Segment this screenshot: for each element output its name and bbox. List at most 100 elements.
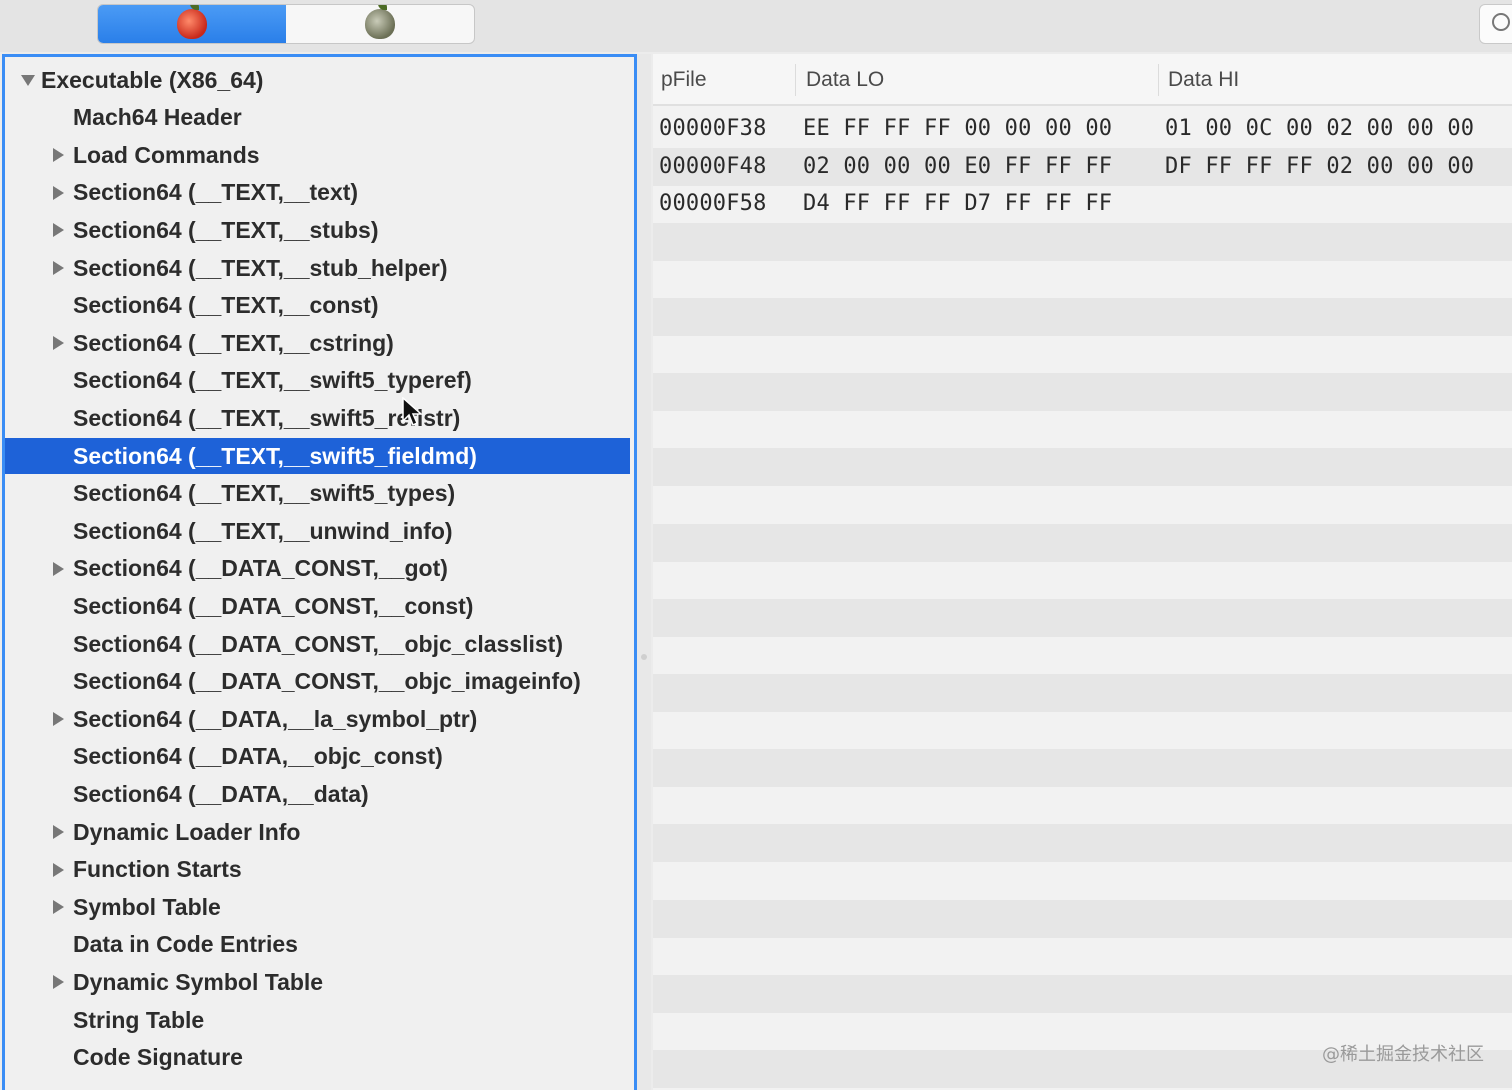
table-header: pFile Data LO Data HI [653, 54, 1512, 106]
disclosure-triangle-right-icon[interactable] [53, 148, 64, 163]
outline-item[interactable]: Function Starts [5, 852, 630, 888]
outline-item-label: Section64 (__DATA_CONST,__got) [73, 555, 448, 582]
outline-item-label: Section64 (__TEXT,__const) [73, 292, 379, 319]
table-row[interactable]: 00000F38 EE FF FF FF 00 00 00 00 01 00 0C … [653, 112, 1512, 150]
outline-item-label: Symbol Table [73, 893, 221, 920]
outline-item-label: Section64 (__DATA,__la_symbol_ptr) [73, 705, 478, 732]
outline-item-label: Section64 (__DATA_CONST,__objc_imageinfo… [73, 668, 581, 695]
outline-item-label: Section64 (__TEXT,__stub_helper) [73, 254, 448, 281]
app-window: Executable (X86_64) Mach64 Header Load Com… [0, 0, 1512, 1090]
outline-item[interactable]: Dynamic Loader Info [5, 814, 630, 850]
disclosure-triangle-right-icon[interactable] [53, 825, 64, 839]
outline-item[interactable]: Section64 (__DATA,__la_symbol_ptr) [5, 701, 630, 737]
disclosure-triangle-right-icon[interactable] [53, 336, 64, 351]
table-row-stripe [653, 674, 1512, 712]
outline-item[interactable]: Symbol Table [5, 889, 630, 925]
outline-item-label: Section64 (__DATA_CONST,__objc_classlist… [73, 630, 563, 657]
table-row-stripe [653, 373, 1512, 412]
outline-item-label: Section64 (__TEXT,__stubs) [73, 216, 379, 243]
disclosure-triangle-right-icon[interactable] [53, 561, 64, 576]
cell-pfile: 00000F38 [659, 116, 767, 141]
table-row[interactable]: 00000F48 02 00 00 00 E0 FF FF FF DF FF FF … [653, 150, 1512, 188]
outline-item[interactable]: Section64 (__TEXT,__swift5_types) [5, 476, 630, 512]
outline-item[interactable]: Section64 (__TEXT,__cstring) [5, 325, 630, 361]
cell-data-lo: EE FF FF FF 00 00 00 00 [803, 116, 1113, 141]
outline-item[interactable]: String Table [5, 1002, 630, 1038]
table-row-stripe [653, 523, 1512, 562]
segment-apple-red[interactable] [98, 5, 286, 43]
column-header-pfile[interactable]: pFile [661, 68, 707, 92]
outline-item-label: Dynamic Loader Info [73, 818, 301, 845]
outline-item-label: Function Starts [73, 856, 242, 883]
outline-item[interactable]: Section64 (__DATA_CONST,__objc_imageinfo… [5, 664, 630, 700]
disclosure-triangle-right-icon[interactable] [53, 185, 64, 200]
outline-item[interactable]: Section64 (__TEXT,__swift5_reflstr) [5, 400, 630, 436]
outline-item-label: Code Signature [73, 1044, 243, 1071]
table-row-stripe [653, 598, 1512, 637]
data-table: pFile Data LO Data HI 00000F38 EE FF FF F… [653, 54, 1512, 1090]
disclosure-triangle-right-icon[interactable] [53, 975, 64, 990]
column-separator[interactable] [795, 64, 796, 96]
column-header-data-lo[interactable]: Data LO [806, 68, 884, 92]
watermark-text: @稀土掘金技术社区 [1322, 1044, 1484, 1065]
search-icon [1492, 13, 1510, 31]
outline-item[interactable]: Section64 (__DATA_CONST,__const) [5, 588, 630, 624]
outline-item-label: Executable (X86_64) [41, 66, 264, 93]
outline-item-label: Section64 (__DATA_CONST,__const) [73, 592, 474, 619]
disclosure-triangle-right-icon[interactable] [53, 862, 64, 877]
table-row-stripe [653, 824, 1512, 863]
outline-item[interactable]: Section64 (__TEXT,__swift5_fieldmd) [5, 438, 630, 474]
divider-handle[interactable] [641, 654, 647, 660]
cell-pfile: 00000F48 [659, 153, 767, 179]
disclosure-triangle-right-icon[interactable] [53, 261, 64, 275]
outline-item[interactable]: Section64 (__DATA_CONST,__got) [5, 551, 630, 587]
outline-item[interactable]: Section64 (__DATA_CONST,__objc_classlist… [5, 626, 630, 662]
outline-item-label: Section64 (__TEXT,__swift5_types) [73, 480, 456, 507]
outline-item-label: Section64 (__TEXT,__swift5_typeref) [73, 367, 472, 394]
search-field[interactable] [1479, 4, 1512, 44]
outline-item-label: Section64 (__TEXT,__text) [73, 179, 359, 206]
outline-item[interactable]: Section64 (__TEXT,__unwind_info) [5, 513, 630, 549]
disclosure-triangle-right-icon[interactable] [53, 712, 64, 727]
outline-item-label: Section64 (__TEXT,__cstring) [73, 329, 394, 356]
outline-item[interactable]: Section64 (__TEXT,__stub_helper) [5, 250, 630, 286]
cell-data-lo: 02 00 00 00 E0 FF FF FF [803, 153, 1113, 179]
segment-apple-gray[interactable] [286, 5, 474, 43]
table-row[interactable]: 00000F58 D4 FF FF FF D7 FF FF FF [653, 187, 1512, 225]
column-header-data-hi[interactable]: Data HI [1168, 68, 1239, 92]
disclosure-triangle-right-icon[interactable] [53, 223, 64, 238]
cell-data-hi: DF FF FF FF 02 00 00 00 [1165, 153, 1475, 179]
column-separator[interactable] [1158, 64, 1159, 96]
table-row-stripe [653, 298, 1512, 336]
outline-item[interactable]: Section64 (__TEXT,__swift5_typeref) [5, 363, 630, 399]
outline-item[interactable]: Data in Code Entries [5, 927, 630, 963]
apple-red-icon [177, 5, 207, 39]
outline-item-label: Data in Code Entries [73, 931, 298, 958]
outline-item-label: Section64 (__DATA,__objc_const) [73, 743, 443, 770]
outline-item[interactable]: Section64 (__TEXT,__const) [5, 288, 630, 324]
toolbar [0, 0, 1512, 52]
cell-data-hi: 01 00 0C 00 02 00 00 00 [1165, 116, 1475, 141]
outline-item[interactable]: Code Signature [5, 1040, 630, 1076]
table-row-stripe [653, 899, 1512, 938]
outline-item[interactable]: Mach64 Header [5, 100, 630, 136]
outline-item-label: Section64 (__DATA,__data) [73, 780, 369, 807]
table-row-stripe [653, 974, 1512, 1013]
outline-item-label: Dynamic Symbol Table [73, 968, 324, 995]
outline-item[interactable]: Executable (X86_64) [5, 62, 630, 98]
outline-item-label: Section64 (__TEXT,__swift5_fieldmd) [73, 442, 477, 469]
architecture-segmented-control [97, 4, 475, 44]
disclosure-triangle-down-icon[interactable] [21, 75, 35, 86]
disclosure-triangle-right-icon[interactable] [53, 900, 64, 915]
split-view-divider[interactable] [637, 54, 651, 1090]
outline-item[interactable]: Section64 (__DATA,__objc_const) [5, 739, 630, 775]
outline-item-label: Mach64 Header [73, 104, 242, 131]
outline-item[interactable]: Section64 (__TEXT,__text) [5, 175, 630, 211]
outline-item[interactable]: Load Commands [5, 137, 630, 173]
cell-pfile: 00000F58 [659, 191, 767, 217]
outline-item-label: Section64 (__TEXT,__unwind_info) [73, 517, 453, 544]
cell-data-lo: D4 FF FF FF D7 FF FF FF [803, 191, 1113, 217]
outline-item[interactable]: Section64 (__TEXT,__stubs) [5, 212, 630, 248]
outline-item[interactable]: Section64 (__DATA,__data) [5, 776, 630, 812]
outline-item[interactable]: Dynamic Symbol Table [5, 964, 630, 1000]
